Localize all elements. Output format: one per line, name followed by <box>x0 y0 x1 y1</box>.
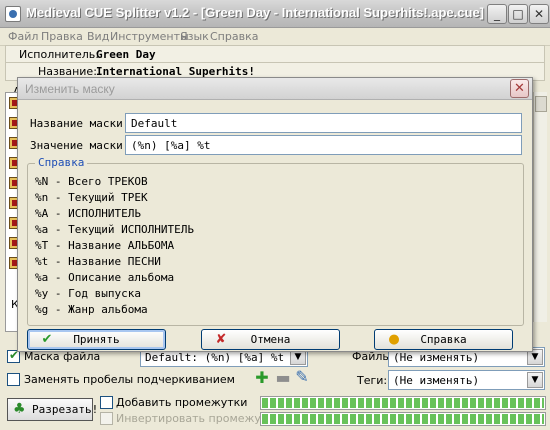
maximize-button[interactable]: □ <box>508 4 528 24</box>
progress-bar-current <box>260 412 546 426</box>
cancel-button-label: Отмена <box>250 333 291 346</box>
artist-label: Исполнитель: <box>19 48 99 61</box>
mask-value-input[interactable]: (%n) [%a] %t <box>125 135 522 155</box>
menu-bar: Файл Правка Вид Инструменты Язык Справка <box>0 28 550 46</box>
menu-edit[interactable]: Правка <box>41 30 83 43</box>
title-bar[interactable]: Medieval CUE Splitter v1.2 - [Green Day … <box>0 0 550 28</box>
help-group: Справка %N - Всего ТРЕКОВ %n - Текущий Т… <box>27 156 524 326</box>
edit-mask-dialog: Изменить маску ✕ Название маски: Default… <box>17 77 533 352</box>
accept-button-label: Принять <box>73 333 120 346</box>
help-line: %a - Текущий ИСПОЛНИТЕЛЬ <box>35 223 194 236</box>
tags-label: Теги: <box>357 374 388 387</box>
split-button[interactable]: ♣ Разрезать! <box>7 398 98 421</box>
help-line: %N - Всего ТРЕКОВ <box>35 175 148 188</box>
dialog-close-button[interactable]: ✕ <box>510 79 529 98</box>
help-button[interactable]: ● Справка <box>374 329 513 350</box>
add-gaps-label: Добавить промежутки <box>116 396 248 409</box>
scrollbar-thumb[interactable] <box>535 96 547 112</box>
menu-help[interactable]: Справка <box>210 30 258 43</box>
help-line: %T - Название АЛЬБОМА <box>35 239 175 252</box>
help-line: %A - ИСПОЛНИТЕЛЬ <box>35 207 141 220</box>
add-icon[interactable]: ✚ <box>254 370 270 387</box>
app-icon[interactable] <box>5 6 21 22</box>
dialog-title: Изменить маску <box>25 82 115 96</box>
close-button[interactable]: ✕ <box>529 4 549 24</box>
vertical-scrollbar[interactable] <box>533 92 547 322</box>
remove-icon[interactable]: ▬ <box>275 370 291 387</box>
edit-icon[interactable]: ✎ <box>294 369 310 386</box>
help-line: %n - Текущий ТРЕК <box>35 191 148 204</box>
help-legend: Справка <box>35 156 88 169</box>
mask-name-label: Название маски: <box>30 117 130 130</box>
cancel-button[interactable]: ✘ Отмена <box>201 329 340 350</box>
menu-view[interactable]: Вид <box>87 30 109 43</box>
menu-language[interactable]: Язык <box>180 30 209 43</box>
dialog-title-bar[interactable]: Изменить маску ✕ <box>18 78 532 100</box>
replace-spaces-checkbox[interactable] <box>7 373 20 386</box>
help-line: %g - Жанр альбома <box>35 303 148 316</box>
progress-fill <box>262 414 544 424</box>
add-gaps-checkbox[interactable] <box>100 396 113 409</box>
split-button-label: Разрезать! <box>32 403 99 416</box>
menu-tools[interactable]: Инструменты <box>110 30 189 43</box>
window-title: Medieval CUE Splitter v1.2 - [Green Day … <box>26 5 485 20</box>
progress-fill <box>262 398 544 408</box>
help-line: %y - Год выпуска <box>35 287 141 300</box>
invert-gaps-checkbox[interactable] <box>100 412 113 425</box>
artist-value[interactable]: Green Day <box>96 48 156 61</box>
files-select-value: (Не изменять) <box>393 351 480 364</box>
mask-file-select-value: Default: (%n) [%a] %t <box>145 351 285 364</box>
tags-select[interactable]: (Не изменять) ▼ <box>388 370 545 390</box>
accept-button[interactable]: ✔ Принять <box>27 329 166 350</box>
invert-gaps-label: Инвертировать промежутки <box>116 412 282 425</box>
tags-select-value: (Не изменять) <box>393 374 480 387</box>
minimize-button[interactable]: _ <box>487 4 507 24</box>
replace-spaces-label: Заменять пробелы подчеркиванием <box>24 373 235 386</box>
help-button-label: Справка <box>420 333 467 346</box>
help-line: %t - Название ПЕСНИ <box>35 255 161 268</box>
menu-file[interactable]: Файл <box>8 30 38 43</box>
help-line: %a - Описание альбома <box>35 271 175 284</box>
progress-bar-total <box>260 396 546 410</box>
mask-value-label: Значение маски: <box>30 139 130 152</box>
split-icon: ♣ <box>13 401 26 417</box>
chevron-down-icon[interactable]: ▼ <box>527 372 543 388</box>
mask-name-input[interactable]: Default <box>125 113 522 133</box>
